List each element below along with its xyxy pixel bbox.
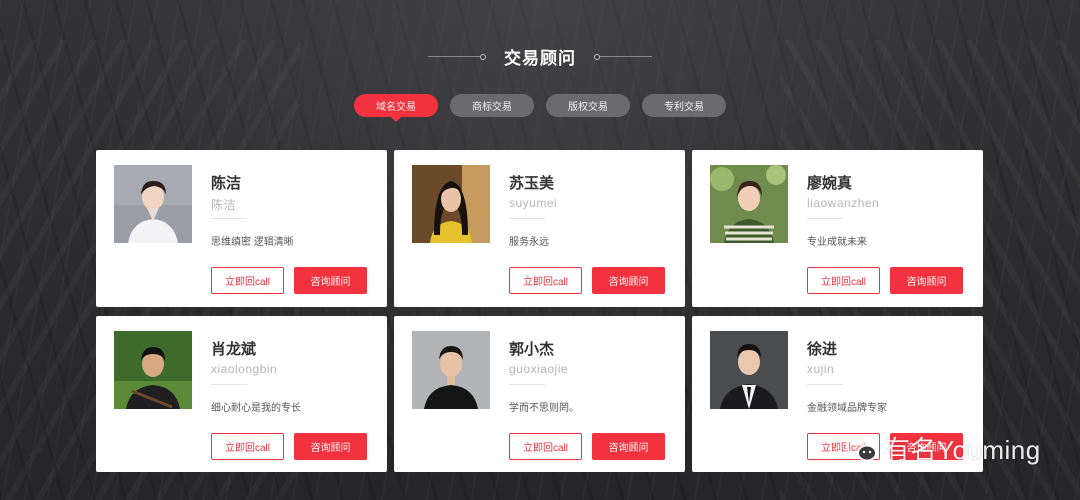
divider <box>807 384 843 385</box>
consult-button[interactable]: 咨询顾问 <box>294 267 367 294</box>
advisor-pinyin: liaowanzhen <box>807 196 880 210</box>
title-line-right <box>600 56 652 57</box>
advisor-pinyin: xujin <box>807 362 835 376</box>
call-button[interactable]: 立即回call <box>509 433 582 460</box>
advisor-pinyin: xiaolongbin <box>211 362 278 376</box>
advisor-grid: 陈洁 陈洁 思维缜密 逻辑清晰 立即回call 咨询顾问 苏玉美 suyumei… <box>96 150 983 472</box>
watermark-text: 有名Youming <box>884 435 1041 465</box>
call-button[interactable]: 立即回call <box>211 267 284 294</box>
advisor-name: 廖婉真 <box>807 175 853 192</box>
advisor-photo <box>710 331 788 409</box>
advisor-photo <box>710 165 788 243</box>
advisor-card: 肖龙斌 xiaolongbin 细心耐心是我的专长 立即回call 咨询顾问 <box>96 316 387 472</box>
portrait-man-icon <box>412 331 490 409</box>
portrait-woman-icon <box>710 165 788 243</box>
advisor-name: 陈洁 <box>211 175 242 192</box>
advisor-description: 思维缜密 逻辑清晰 <box>211 237 294 248</box>
divider <box>807 218 843 219</box>
advisor-pinyin: 陈洁 <box>211 198 237 212</box>
advisor-description: 服务永远 <box>509 237 549 248</box>
advisor-card: 郭小杰 guoxiaojie 学而不思则罔。 立即回call 咨询顾问 <box>394 316 685 472</box>
call-button[interactable]: 立即回call <box>807 267 880 294</box>
advisor-name: 郭小杰 <box>509 341 555 358</box>
advisor-description: 专业成就未来 <box>807 237 867 248</box>
section-title: 交易顾问 <box>504 49 576 68</box>
consult-button[interactable]: 咨询顾问 <box>592 433 665 460</box>
title-line-left <box>428 56 480 57</box>
tab-patent[interactable]: 专利交易 <box>642 94 726 117</box>
portrait-woman-icon <box>114 165 192 243</box>
divider <box>211 384 247 385</box>
advisor-description: 学而不思则罔。 <box>509 403 579 414</box>
advisor-photo <box>114 331 192 409</box>
title-dot-left <box>480 53 486 60</box>
divider <box>211 218 247 219</box>
advisor-name: 苏玉美 <box>509 175 555 192</box>
consult-button[interactable]: 咨询顾问 <box>294 433 367 460</box>
advisor-photo <box>412 331 490 409</box>
portrait-man-icon <box>710 331 788 409</box>
advisor-card: 陈洁 陈洁 思维缜密 逻辑清晰 立即回call 咨询顾问 <box>96 150 387 307</box>
wechat-icon <box>846 435 877 461</box>
category-tabs: 域名交易 商标交易 版权交易 专利交易 <box>0 94 1080 122</box>
portrait-man-icon <box>114 331 192 409</box>
divider <box>509 218 545 219</box>
section-header: 交易顾问 <box>0 44 1080 69</box>
portrait-woman-icon <box>412 165 490 243</box>
advisor-photo <box>114 165 192 243</box>
advisor-description: 细心耐心是我的专长 <box>211 403 301 414</box>
call-button[interactable]: 立即回call <box>509 267 582 294</box>
consult-button[interactable]: 咨询顾问 <box>890 267 963 294</box>
advisor-card: 廖婉真 liaowanzhen 专业成就未来 立即回call 咨询顾问 <box>692 150 983 307</box>
tab-domain[interactable]: 域名交易 <box>354 94 438 122</box>
advisor-card: 苏玉美 suyumei 服务永远 立即回call 咨询顾问 <box>394 150 685 307</box>
advisor-photo <box>412 165 490 243</box>
divider <box>509 384 545 385</box>
advisor-name: 肖龙斌 <box>211 341 257 358</box>
advisor-pinyin: guoxiaojie <box>509 362 569 376</box>
tab-copyright[interactable]: 版权交易 <box>546 94 630 117</box>
advisor-name: 徐进 <box>807 341 838 358</box>
tab-trademark[interactable]: 商标交易 <box>450 94 534 117</box>
watermark: 有名Youming <box>846 430 1041 467</box>
consult-button[interactable]: 咨询顾问 <box>592 267 665 294</box>
advisor-pinyin: suyumei <box>509 196 558 210</box>
call-button[interactable]: 立即回call <box>211 433 284 460</box>
advisor-description: 金融领域品牌专家 <box>807 403 887 414</box>
